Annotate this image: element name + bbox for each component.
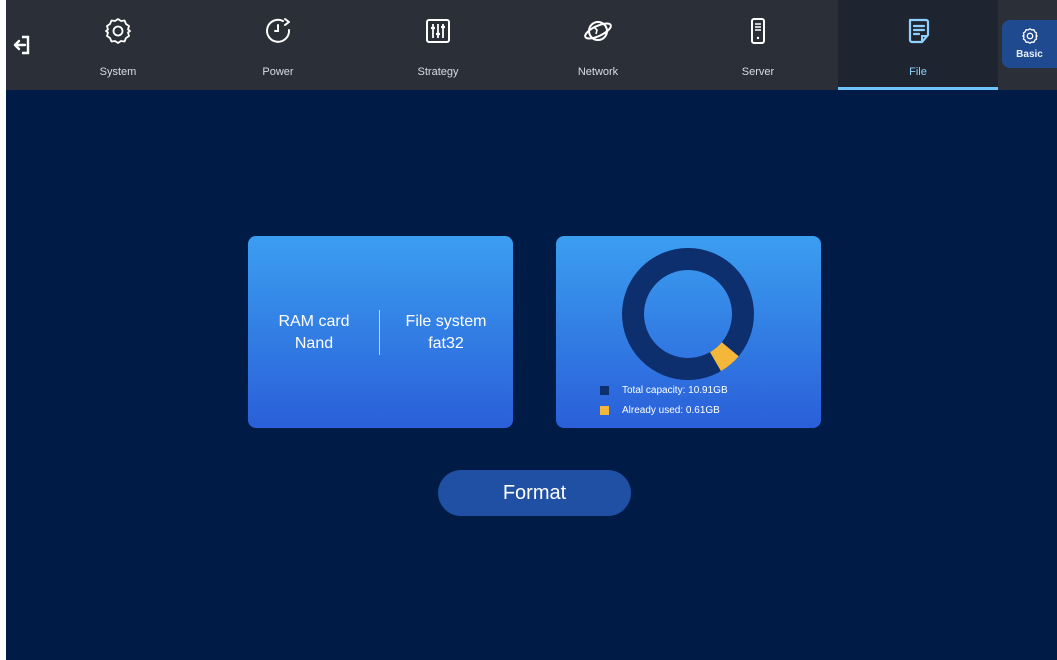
tab-strategy[interactable]: Strategy (358, 0, 518, 90)
tab-server[interactable]: Server (678, 0, 838, 90)
tab-network[interactable]: Network (518, 0, 678, 90)
file-system-info: File system fat32 (386, 311, 506, 355)
tab-label: Server (741, 66, 775, 78)
basic-label: Basic (1016, 49, 1043, 60)
legend-used: Already used: 0.61GB (600, 405, 720, 416)
tab-system[interactable]: System (38, 0, 198, 90)
legend-swatch-total (600, 386, 609, 395)
basic-settings-button[interactable]: Basic (1002, 20, 1057, 68)
exit-button[interactable] (6, 28, 38, 62)
tab-power[interactable]: Power (198, 0, 358, 90)
legend-used-text: Already used: 0.61GB (622, 405, 720, 416)
file-system-value: fat32 (428, 335, 464, 352)
tab-label: Strategy (417, 66, 459, 78)
tab-label: Power (262, 66, 294, 78)
capacity-donut-chart (622, 248, 754, 380)
capacity-card: Total capacity: 10.91GB Already used: 0.… (556, 236, 821, 428)
top-navigation-bar: System Power Strategy Network Server Fil… (6, 0, 1057, 90)
divider (379, 310, 380, 355)
file-system-label: File system (405, 313, 487, 330)
format-button[interactable]: Format (438, 470, 631, 516)
power-clock-icon (261, 14, 295, 48)
tab-file[interactable]: File (838, 0, 998, 90)
server-icon (741, 14, 775, 48)
ram-card-info: RAM card Nand (254, 311, 374, 355)
tab-label: File (909, 66, 927, 78)
sliders-icon (421, 14, 455, 48)
ram-card-value: Nand (294, 335, 334, 352)
gear-icon (101, 14, 135, 48)
storage-info-card: RAM card Nand File system fat32 (248, 236, 513, 428)
document-icon (901, 14, 935, 48)
legend-swatch-used (600, 406, 609, 415)
gear-icon (1020, 26, 1040, 46)
legend-total: Total capacity: 10.91GB (600, 385, 728, 396)
legend-total-text: Total capacity: 10.91GB (622, 385, 728, 396)
planet-icon (581, 14, 615, 48)
app-frame: System Power Strategy Network Server Fil… (6, 0, 1057, 660)
tab-label: System (99, 66, 137, 78)
ram-card-label: RAM card (278, 313, 350, 330)
exit-icon (13, 35, 30, 55)
tab-label: Network (577, 66, 619, 78)
